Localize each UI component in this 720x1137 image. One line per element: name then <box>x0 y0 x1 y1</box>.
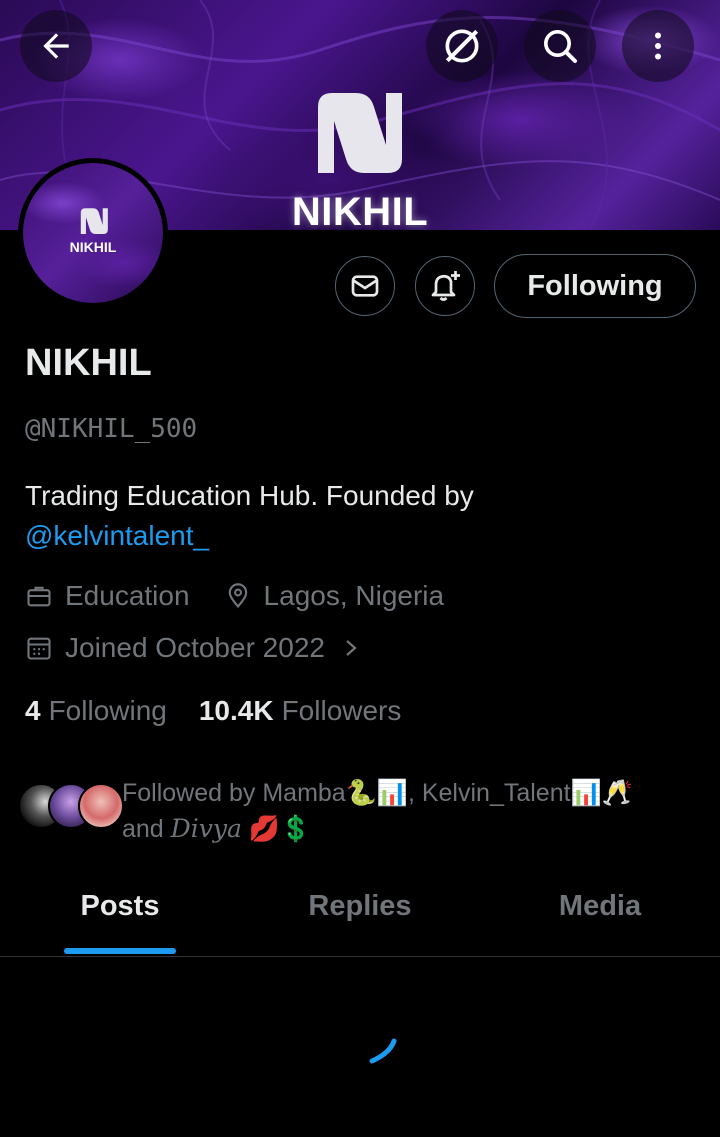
following-count-link[interactable]: 4 Following <box>25 695 167 727</box>
followed-by-line1: Followed by Mamba🐍📊, Kelvin_Talent📊🥂 <box>122 779 633 807</box>
notifications-button[interactable] <box>415 256 475 316</box>
avatar[interactable]: NIKHIL <box>18 158 168 308</box>
avatar-image: NIKHIL <box>23 163 163 303</box>
tab-posts[interactable]: Posts <box>0 890 240 923</box>
loading-spinner-icon <box>369 1038 397 1064</box>
followed-by-text[interactable]: Followed by Mamba🐍📊, Kelvin_Talent📊🥂 and… <box>122 775 702 847</box>
calendar-icon <box>25 634 53 662</box>
chevron-right-icon <box>341 636 361 660</box>
arrow-left-icon <box>43 33 69 59</box>
profile-bio: Trading Education Hub. Founded by @kelvi… <box>25 476 705 556</box>
followed-by-prefix: and <box>122 815 171 843</box>
banner-brand-text: NIKHIL <box>291 190 429 230</box>
followed-by-avatars[interactable] <box>18 783 124 835</box>
bio-mention-link[interactable]: @kelvintalent_ <box>25 520 209 551</box>
avatar-logo-icon <box>80 208 108 235</box>
profile-meta-row: Education Lagos, Nigeria <box>25 580 444 612</box>
avatar-brand-text: NIKHIL <box>69 239 117 255</box>
profile-category: Education <box>65 580 190 611</box>
search-icon <box>544 30 577 63</box>
followed-by-suffix: 💋💲 <box>241 815 312 843</box>
profile-handle: @NIKHIL_500 <box>25 414 198 444</box>
more-vertical-icon <box>655 32 661 60</box>
following-label: Following <box>48 695 167 726</box>
bio-text: Trading Education Hub. Founded by <box>25 480 474 511</box>
followers-count: 10.4K <box>198 695 274 726</box>
profile-tabs: Posts Replies Media <box>0 880 720 957</box>
bell-plus-icon <box>431 271 460 301</box>
profile-name: NIKHIL <box>25 342 152 384</box>
more-button[interactable] <box>622 10 694 82</box>
tab-replies[interactable]: Replies <box>240 890 480 923</box>
following-count: 4 <box>25 695 41 726</box>
grok-button[interactable] <box>426 10 498 82</box>
location-pin-icon <box>224 582 252 610</box>
follower-avatar <box>78 783 124 829</box>
briefcase-icon <box>25 582 53 610</box>
back-button[interactable] <box>20 10 92 82</box>
tab-media[interactable]: Media <box>480 890 720 923</box>
following-button[interactable]: Following <box>494 254 696 318</box>
brand-logo-icon <box>318 93 402 173</box>
search-button[interactable] <box>524 10 596 82</box>
profile-location: Lagos, Nigeria <box>263 580 445 611</box>
followed-by-name: 𝐷𝑖𝑣𝑦𝑎 <box>170 814 242 843</box>
active-tab-indicator <box>64 948 176 954</box>
envelope-icon <box>351 275 379 297</box>
followers-label: Followers <box>281 695 402 726</box>
profile-joined-row[interactable]: Joined October 2022 <box>25 632 373 664</box>
followers-count-link[interactable]: 10.4K Followers <box>199 695 402 727</box>
profile-stats: 4 Following 10.4K Followers <box>25 695 401 727</box>
message-button[interactable] <box>335 256 395 316</box>
profile-joined: Joined October 2022 <box>65 632 325 663</box>
grok-icon <box>445 29 479 63</box>
